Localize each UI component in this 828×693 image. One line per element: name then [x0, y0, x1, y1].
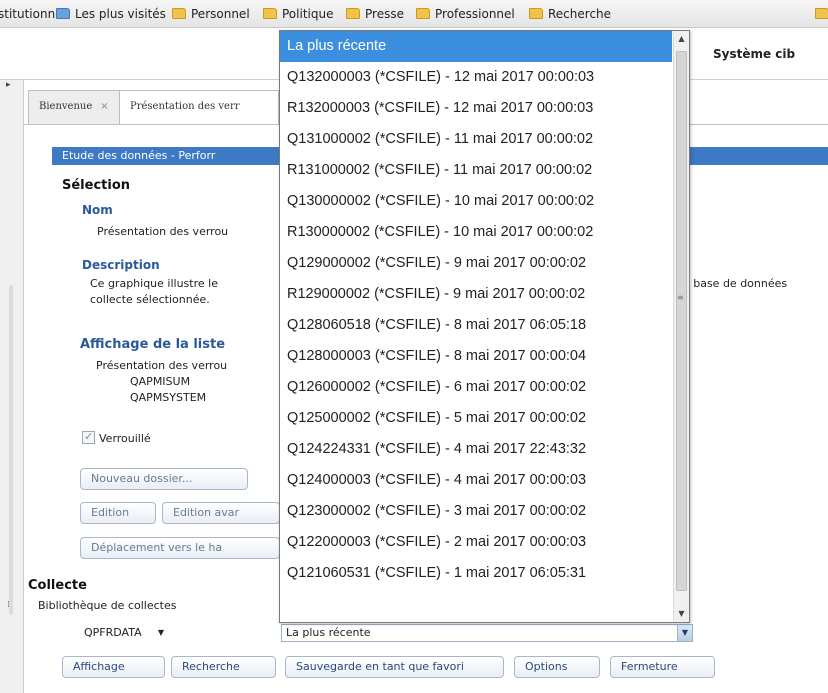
description-tail: s base de données: [684, 277, 788, 290]
move-up-button[interactable]: Déplacement vers le ha: [80, 537, 280, 559]
folder-icon: [172, 8, 186, 19]
bookmark-label: Politique: [282, 7, 334, 21]
dropdown-option[interactable]: Q124224331 (*CSFILE) - 4 mai 2017 22:43:…: [280, 434, 672, 465]
close-icon[interactable]: ×: [100, 101, 108, 112]
dropdown-option[interactable]: Q122000003 (*CSFILE) - 2 mai 2017 00:00:…: [280, 527, 672, 558]
search-button[interactable]: Recherche: [171, 656, 276, 678]
dropdown-option[interactable]: Q124000003 (*CSFILE) - 4 mai 2017 00:00:…: [280, 465, 672, 496]
library-value: QPFRDATA: [84, 626, 142, 639]
bookmark-label: Professionnel: [435, 7, 515, 21]
edit-button[interactable]: Edition: [80, 502, 156, 524]
display-button[interactable]: Affichage: [62, 656, 165, 678]
dropdown-option[interactable]: La plus récente: [280, 31, 672, 62]
collection-library-select[interactable]: QPFRDATA ▼: [80, 623, 174, 643]
dropdown-option[interactable]: R131000002 (*CSFILE) - 11 mai 2017 00:00…: [280, 155, 672, 186]
bookmark-politique[interactable]: Politique: [263, 6, 333, 22]
folder-icon: [416, 8, 430, 19]
bookmark-les-plus-visites[interactable]: Les plus visités: [56, 6, 166, 22]
dropdown-option[interactable]: Q131000002 (*CSFILE) - 11 mai 2017 00:00…: [280, 124, 672, 155]
list-display-heading: Affichage de la liste: [80, 337, 226, 352]
dropdown-scrollbar[interactable]: ▲ ≡ ▼: [673, 31, 689, 622]
folder-icon: [263, 8, 277, 19]
tab-label: Bienvenue: [39, 101, 93, 112]
bookmarks-bar: stitutionnel Les plus visités Personnel …: [0, 0, 828, 28]
scroll-up-icon[interactable]: ▲: [674, 31, 689, 47]
list-line-2: QAPMISUM: [130, 375, 191, 388]
dropdown-option[interactable]: Q126000002 (*CSFILE) - 6 mai 2017 00:00:…: [280, 372, 672, 403]
name-value: Présentation des verrou: [97, 225, 229, 238]
collection-select[interactable]: La plus récente ▼: [281, 624, 693, 642]
splitter-bar[interactable]: [9, 285, 13, 615]
selection-heading: Sélection: [62, 178, 131, 193]
name-heading: Nom: [82, 203, 113, 217]
dropdown-option[interactable]: Q123000002 (*CSFILE) - 3 mai 2017 00:00:…: [280, 496, 672, 527]
collapse-arrow-icon[interactable]: ▸: [6, 80, 11, 90]
bookmark-personnel[interactable]: Personnel: [172, 6, 250, 22]
checkbox-icon[interactable]: [82, 430, 95, 444]
save-favorite-button[interactable]: Sauvegarde en tant que favori: [285, 656, 504, 678]
bookmark-presse[interactable]: Presse: [346, 6, 404, 22]
dropdown-option[interactable]: Q129000002 (*CSFILE) - 9 mai 2017 00:00:…: [280, 248, 672, 279]
bookmark-more[interactable]: [815, 6, 828, 22]
collection-heading: Collecte: [28, 578, 87, 593]
bookmark-professionnel[interactable]: Professionnel: [416, 6, 515, 22]
scroll-down-icon[interactable]: ▼: [674, 606, 689, 622]
tab-presentation[interactable]: Présentation des verr: [119, 90, 279, 124]
bookmark-label: Presse: [365, 7, 404, 21]
new-folder-button[interactable]: Nouveau dossier...: [80, 468, 248, 490]
list-line-1: Présentation des verrou: [96, 359, 228, 372]
tab-bienvenue[interactable]: Bienvenue ×: [28, 90, 120, 124]
collection-dropdown-list[interactable]: La plus récente Q132000003 (*CSFILE) - 1…: [279, 30, 690, 623]
chevron-down-icon[interactable]: ▼: [677, 625, 692, 641]
bookmark-label: Les plus visités: [75, 7, 166, 21]
collection-library-label: Bibliothèque de collectes: [38, 599, 177, 612]
dropdown-option[interactable]: Q128060518 (*CSFILE) - 8 mai 2017 06:05:…: [280, 310, 672, 341]
folder-icon: [815, 8, 828, 19]
bookmark-label: Personnel: [191, 7, 250, 21]
list-line-3: QAPMSYSTEM: [130, 391, 207, 404]
dropdown-option[interactable]: Q130000002 (*CSFILE) - 10 mai 2017 00:00…: [280, 186, 672, 217]
folder-icon: [529, 8, 543, 19]
bookmark-label: Recherche: [548, 7, 612, 21]
dropdown-option[interactable]: R132000003 (*CSFILE) - 12 mai 2017 00:00…: [280, 93, 672, 124]
tab-label: Présentation des verr: [130, 101, 240, 112]
folder-icon: [346, 8, 360, 19]
splitter-grip-icon[interactable]: ⁞: [7, 600, 10, 610]
dropdown-option[interactable]: Q125000002 (*CSFILE) - 5 mai 2017 00:00:…: [280, 403, 672, 434]
bookmark-recherche[interactable]: Recherche: [529, 6, 611, 22]
description-line-1: Ce graphique illustre le: [90, 277, 218, 290]
dropdown-option[interactable]: R129000002 (*CSFILE) - 9 mai 2017 00:00:…: [280, 279, 672, 310]
close-button[interactable]: Fermeture: [610, 656, 715, 678]
description-heading: Description: [82, 258, 160, 272]
advanced-edit-button[interactable]: Edition avar: [162, 502, 280, 524]
target-system-label: Système cib: [713, 47, 796, 61]
dropdown-option[interactable]: Q121060531 (*CSFILE) - 1 mai 2017 06:05:…: [280, 558, 672, 589]
collection-value: La plus récente: [286, 626, 371, 639]
description-line-2: collecte sélectionnée.: [90, 293, 210, 306]
scrollbar-thumb[interactable]: [676, 51, 687, 591]
folder-icon: [56, 8, 70, 19]
chevron-down-icon: ▼: [157, 628, 164, 637]
checkbox-label: Verrouillé: [99, 432, 151, 445]
left-navigation-gutter: ▸ ⁞: [0, 80, 24, 693]
dropdown-option[interactable]: Q132000003 (*CSFILE) - 12 mai 2017 00:00…: [280, 62, 672, 93]
options-button[interactable]: Options: [514, 656, 600, 678]
dropdown-option[interactable]: R130000002 (*CSFILE) - 10 mai 2017 00:00…: [280, 217, 672, 248]
locked-checkbox[interactable]: Verrouillé: [82, 430, 151, 445]
dropdown-option[interactable]: Q128000003 (*CSFILE) - 8 mai 2017 00:00:…: [280, 341, 672, 372]
scrollbar-grip-icon: ≡: [677, 293, 684, 302]
